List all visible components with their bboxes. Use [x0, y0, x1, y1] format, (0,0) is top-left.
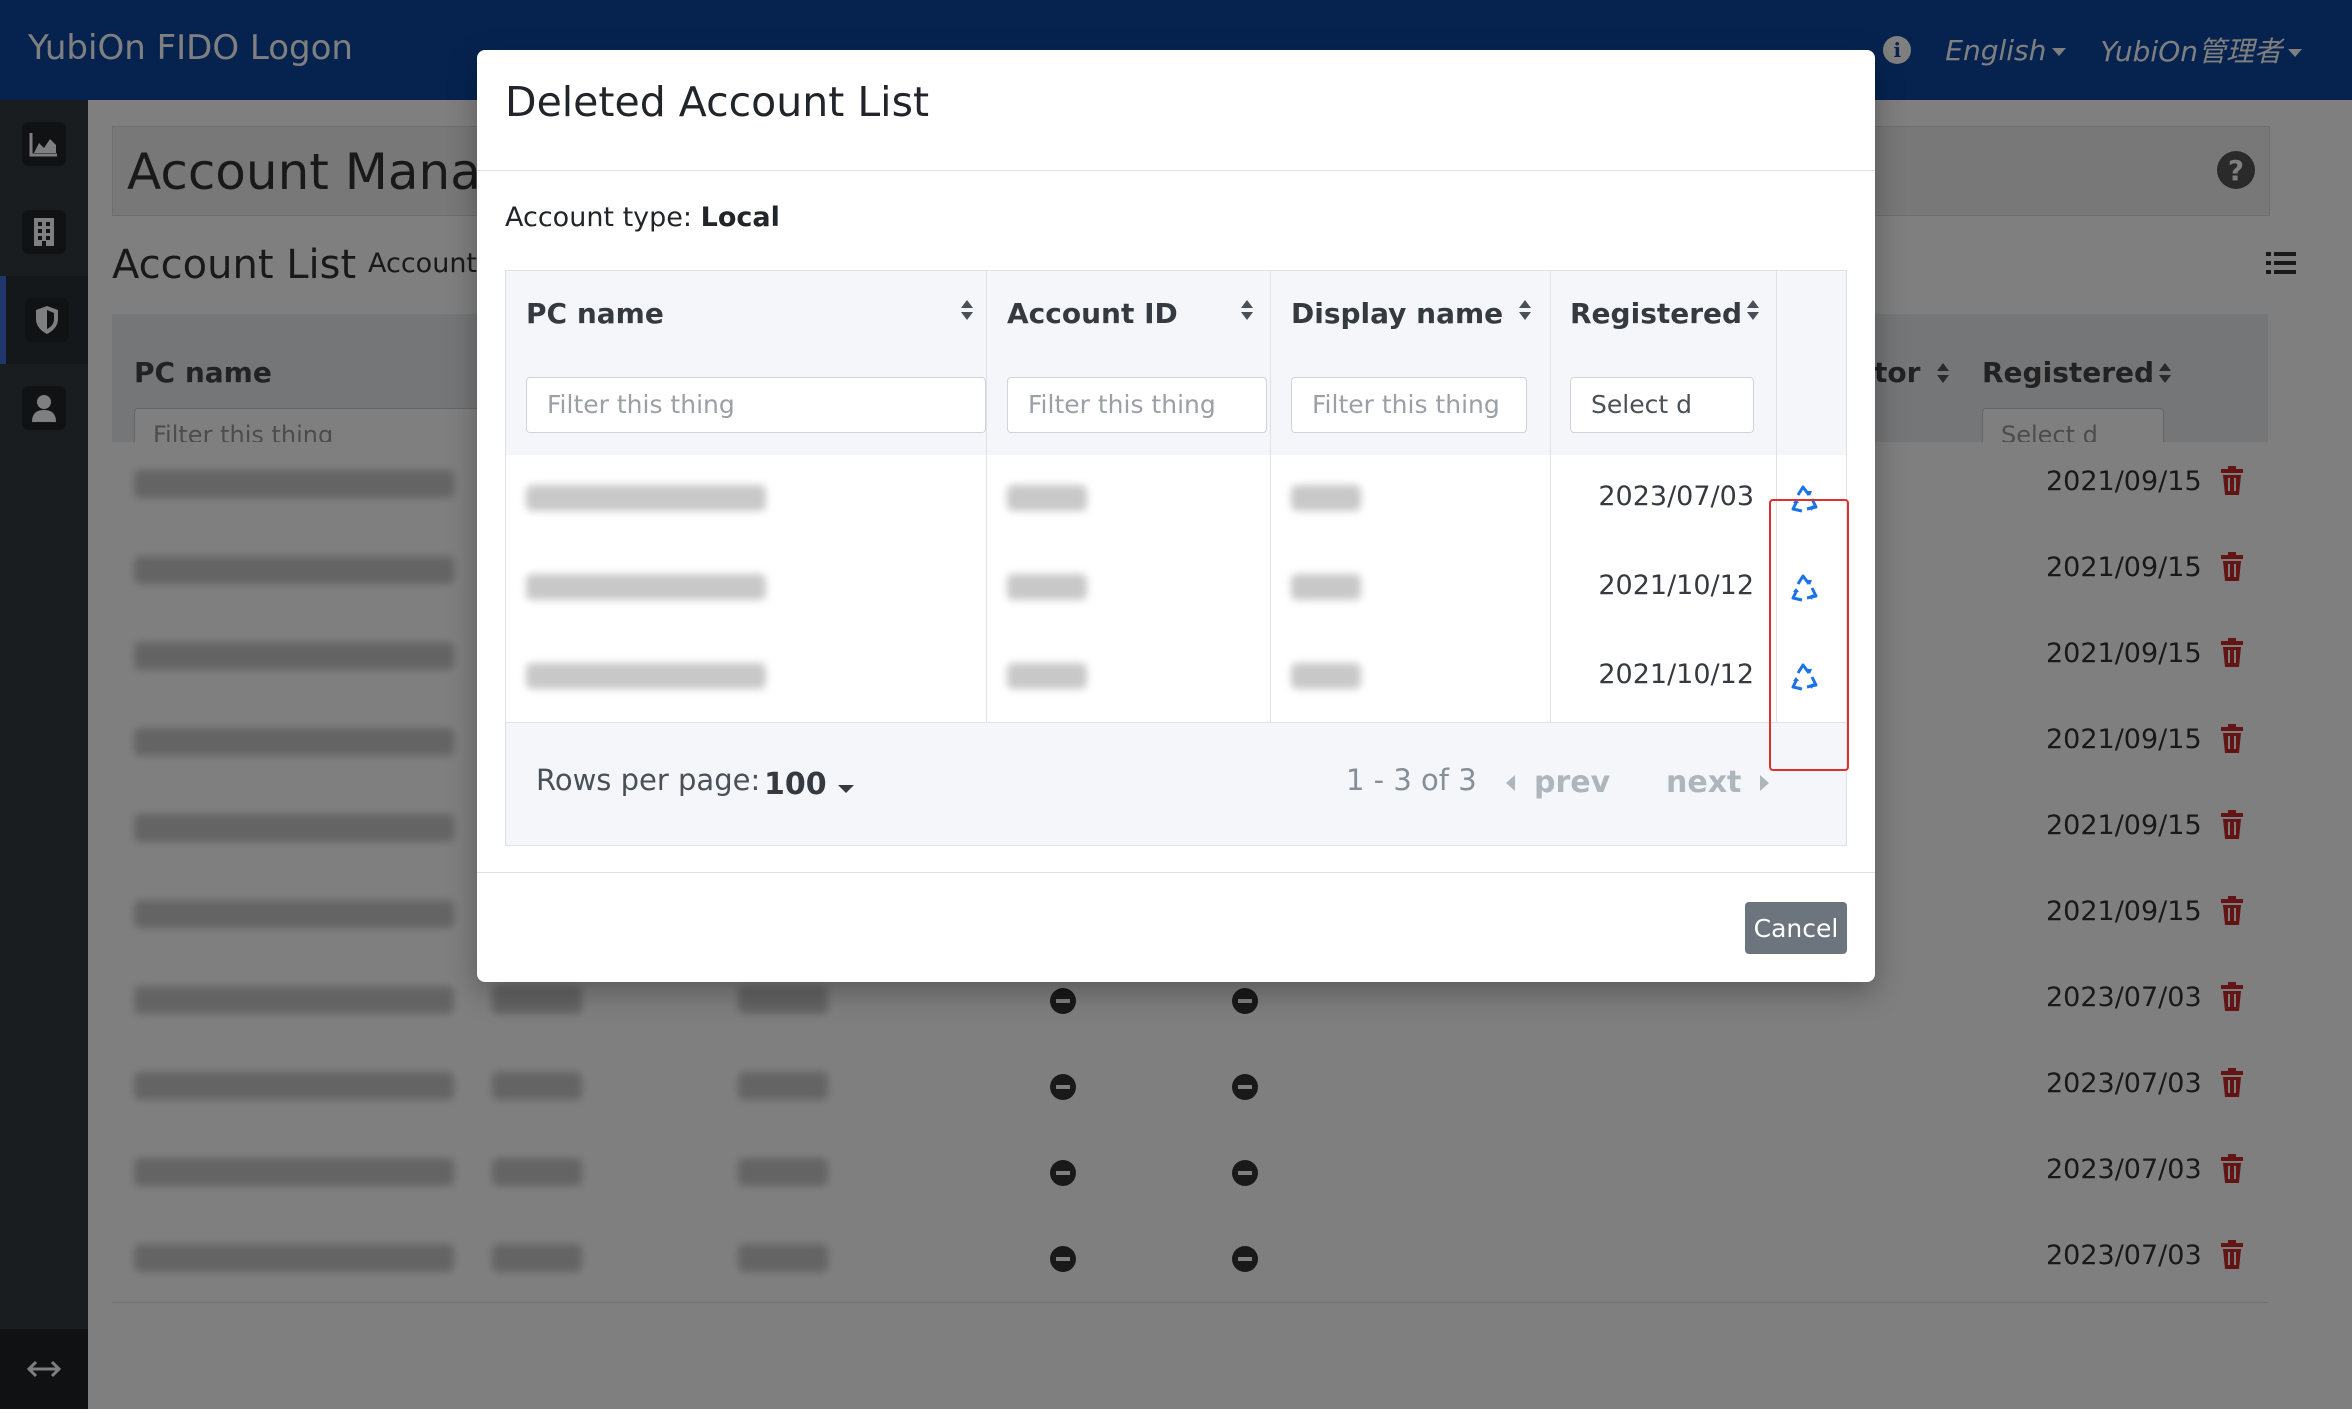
sort-icon[interactable]: [1746, 299, 1760, 321]
modal-header: Deleted Account List: [477, 50, 1875, 171]
account-type: Account type: Local: [505, 202, 780, 233]
sort-icon[interactable]: [1240, 299, 1254, 321]
pagination: Rows per page: 100 1 - 3 of 3 prev next: [506, 723, 1846, 845]
restore-button[interactable]: [1786, 659, 1822, 695]
account-type-label: Account type:: [505, 202, 693, 233]
next-label: next: [1666, 765, 1742, 800]
column-divider: [986, 271, 987, 723]
registered-date-filter[interactable]: Select d: [1570, 377, 1754, 433]
pc-name-filter-input[interactable]: Filter this thing: [526, 377, 986, 433]
account-id-cell: [1007, 663, 1087, 689]
display-name-cell: [1291, 574, 1361, 600]
rows-per-page-select[interactable]: 100: [764, 767, 855, 802]
modal-title: Deleted Account List: [505, 78, 930, 126]
pc-name-cell: [526, 485, 766, 511]
column-divider: [1270, 271, 1271, 723]
deleted-account-table: PC name Account ID Display name Register…: [505, 270, 1847, 846]
recycle-icon: [1791, 485, 1818, 513]
recycle-icon: [1791, 574, 1818, 602]
rows-per-page-label: Rows per page:: [536, 763, 761, 797]
recycle-icon: [1791, 663, 1818, 691]
deleted-account-modal: Deleted Account List Account type: Local…: [477, 50, 1875, 982]
cancel-button[interactable]: Cancel: [1745, 902, 1847, 954]
chevron-left-icon: [1506, 774, 1515, 791]
column-pc-name[interactable]: PC name: [526, 297, 664, 330]
table-row: 2021/10/12: [506, 633, 1846, 723]
prev-page-button[interactable]: prev: [1504, 765, 1610, 800]
column-account-id[interactable]: Account ID: [1007, 297, 1178, 330]
deleted-table-filters: Filter this thing Filter this thing Filt…: [506, 355, 1846, 456]
account-id-filter-input[interactable]: Filter this thing: [1007, 377, 1267, 433]
modal-footer-divider: [477, 872, 1875, 873]
registered-date: 2021/10/12: [1598, 659, 1754, 690]
display-name-cell: [1291, 663, 1361, 689]
restore-button[interactable]: [1786, 570, 1822, 606]
account-type-value: Local: [700, 202, 780, 233]
restore-button[interactable]: [1786, 481, 1822, 517]
next-page-button[interactable]: next: [1666, 765, 1771, 800]
page-range: 1 - 3 of 3: [1346, 763, 1477, 797]
table-row: 2021/10/12: [506, 544, 1846, 634]
deleted-table-header: PC name Account ID Display name Register…: [506, 271, 1846, 356]
pc-name-cell: [526, 574, 766, 600]
pc-name-cell: [526, 663, 766, 689]
display-name-cell: [1291, 485, 1361, 511]
table-row: 2023/07/03: [506, 455, 1846, 545]
account-id-cell: [1007, 485, 1087, 511]
account-id-cell: [1007, 574, 1087, 600]
registered-date: 2023/07/03: [1598, 481, 1754, 512]
prev-label: prev: [1534, 765, 1611, 800]
display-name-filter-input[interactable]: Filter this thing: [1291, 377, 1527, 433]
column-divider: [1550, 271, 1551, 723]
sort-icon[interactable]: [1518, 299, 1532, 321]
column-display-name[interactable]: Display name: [1291, 297, 1503, 330]
column-divider: [1776, 271, 1777, 723]
sort-icon[interactable]: [960, 299, 974, 321]
chevron-right-icon: [1760, 774, 1770, 791]
registered-date: 2021/10/12: [1598, 570, 1754, 601]
column-registered[interactable]: Registered: [1570, 297, 1742, 330]
chevron-down-icon: [838, 785, 855, 793]
rows-per-page-value: 100: [764, 767, 827, 802]
